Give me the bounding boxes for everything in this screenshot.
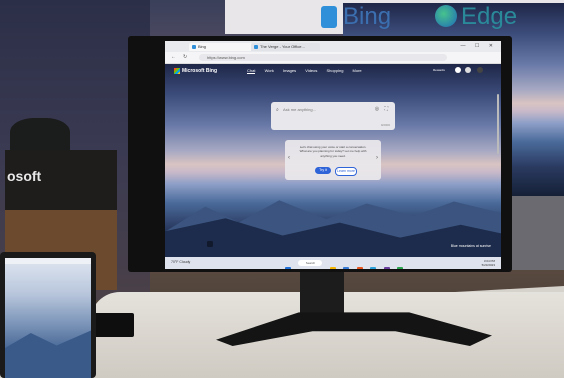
nav-item[interactable]: Images — [283, 68, 296, 73]
laptop-wallpaper-hills — [5, 330, 91, 378]
photo-scene: Bing Edge osoft GIGABYTE Bing The Verge … — [0, 0, 564, 378]
back-icon[interactable]: ← — [171, 54, 176, 60]
podium-text: osoft — [7, 168, 42, 184]
tab-label: Bing — [198, 44, 207, 49]
banner-edge-text: Edge — [461, 3, 518, 30]
teams-icon[interactable] — [383, 267, 390, 269]
bing-homepage: Microsoft Bing Chat Work Images Videos S… — [165, 64, 501, 257]
avatar[interactable] — [465, 67, 471, 73]
chat-prompt-card: ‹ Let's chat using your voice or start a… — [285, 140, 381, 180]
system-tray[interactable]: 3:04 PM 5/23/2023 — [482, 259, 495, 267]
bing-top-nav: Chat Work Images Videos Shopping More — [247, 68, 370, 74]
edge-logo-icon — [435, 5, 457, 27]
window-controls[interactable]: — ☐ ✕ — [461, 43, 497, 49]
taskbar: 70°F Cloudy Search 3:04 PM 5/23/2023 — [165, 257, 501, 269]
nav-item[interactable]: Shopping — [327, 68, 344, 73]
user-area: Rewards — [433, 67, 493, 73]
browser-tab-second[interactable]: The Verge - Your Office... — [251, 43, 320, 51]
nav-item[interactable]: Work — [265, 68, 274, 73]
refresh-icon[interactable]: ↻ — [183, 54, 187, 60]
search-box[interactable]: ⌕ Ask me anything... ◎ ⛶ 0/2000 — [271, 102, 395, 130]
edge-icon[interactable] — [343, 267, 350, 269]
bing-logo[interactable]: Microsoft Bing — [174, 68, 217, 74]
rewards-label[interactable]: Rewards — [433, 68, 445, 72]
chevron-right-icon[interactable]: › — [376, 155, 378, 161]
dock-device — [92, 313, 134, 337]
weather-widget[interactable]: 70°F Cloudy — [171, 260, 190, 264]
microsoft-logo-icon — [174, 68, 180, 74]
address-bar: ← ↻ https://www.bing.com — [165, 52, 501, 64]
monitor-screen: Bing The Verge - Your Office... — ☐ ✕ ← … — [165, 41, 501, 269]
plant — [10, 118, 70, 153]
image-info[interactable]: Blue mountains at sunrise — [451, 244, 491, 248]
clock-date: 5/23/2023 — [481, 263, 495, 267]
rewards-icon[interactable] — [455, 67, 461, 73]
scrollbar[interactable] — [497, 94, 499, 154]
bing-logo-text: Microsoft Bing — [182, 68, 217, 74]
office-icon[interactable] — [356, 267, 363, 269]
bing-logo-icon — [321, 6, 337, 28]
browser-tab-bing[interactable]: Bing — [189, 43, 258, 51]
bing-favicon-icon — [192, 45, 196, 49]
search-tools-icons[interactable]: ◎ ⛶ — [375, 106, 390, 112]
try-it-button[interactable]: Try it — [315, 167, 331, 174]
file-explorer-icon[interactable] — [329, 267, 336, 269]
taskbar-search[interactable]: Search — [298, 260, 323, 266]
store-icon[interactable] — [397, 267, 404, 269]
char-counter: 0/2000 — [380, 123, 390, 127]
taskbar-icons: Search — [285, 260, 406, 269]
browser-tab-bar: Bing The Verge - Your Office... — ☐ ✕ — [165, 41, 501, 52]
learn-more-button[interactable]: Learn more — [335, 167, 357, 176]
tab-label: The Verge - Your Office... — [260, 44, 305, 49]
site-favicon-icon — [254, 45, 258, 49]
nav-item[interactable]: Chat — [247, 68, 256, 74]
nav-item[interactable]: Videos — [305, 68, 317, 73]
image-control-icon[interactable] — [207, 241, 213, 247]
search-icon: ⌕ — [276, 107, 279, 113]
chevron-left-icon[interactable]: ‹ — [288, 155, 290, 161]
windows-start-icon[interactable] — [285, 267, 291, 269]
search-input[interactable]: Ask me anything... — [283, 107, 316, 112]
chat-prompt-message: Let's chat using your voice or start a c… — [299, 145, 367, 158]
nav-item[interactable]: More — [353, 68, 362, 73]
laptop-window-bar — [5, 258, 91, 264]
event-banner: Bing Edge — [225, 0, 564, 196]
laptop-screen — [5, 258, 91, 378]
mail-icon[interactable] — [370, 267, 377, 269]
settings-icon[interactable] — [477, 67, 483, 73]
url-field[interactable]: https://www.bing.com — [199, 54, 447, 61]
